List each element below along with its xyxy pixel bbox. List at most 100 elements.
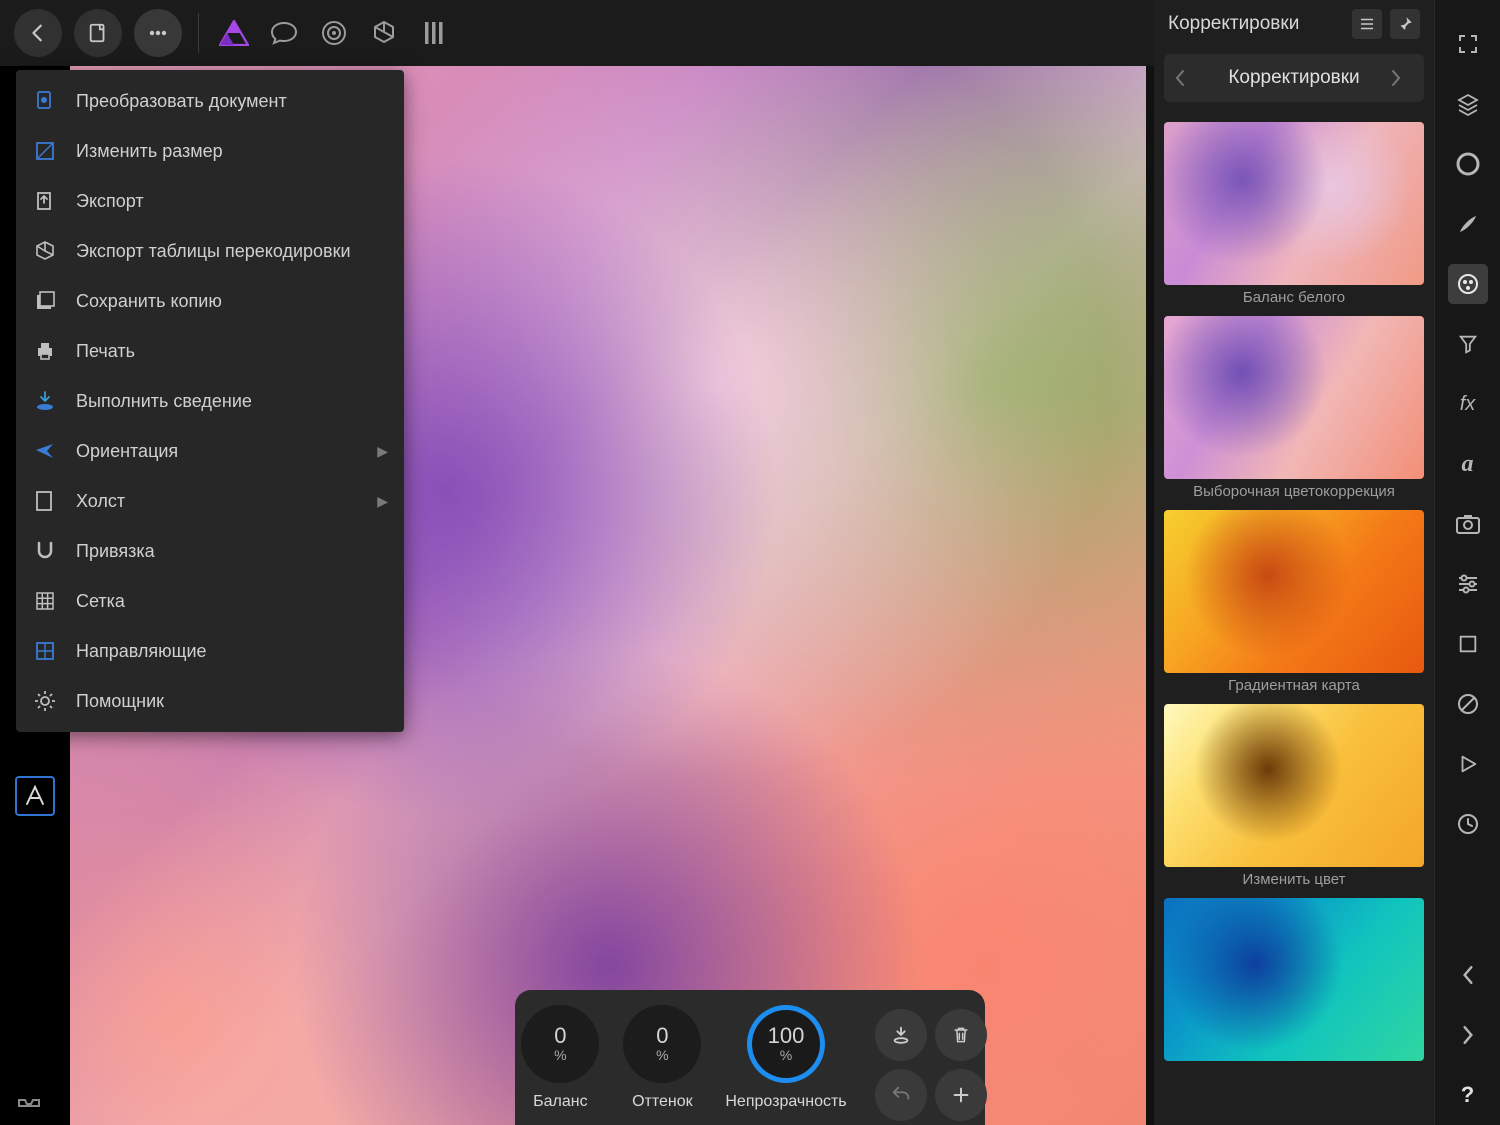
preset-thumbnail (1164, 898, 1424, 1061)
persona-liquify-button[interactable] (259, 8, 309, 58)
panel-header: Корректировки (1154, 0, 1434, 48)
studio-filters-button[interactable] (1448, 324, 1488, 364)
speech-bubble-icon (269, 21, 299, 45)
dial-label: Оттенок (632, 1093, 693, 1111)
frame-icon (1457, 633, 1479, 655)
dial-label: Непрозрачность (725, 1093, 846, 1111)
dial-opacity[interactable]: 100% Непрозрачность (725, 1005, 846, 1111)
chevron-right-icon: ▶ (377, 443, 388, 460)
menu-item-label: Выполнить сведение (76, 391, 252, 412)
menu-item-label: Ориентация (76, 441, 178, 462)
menu-guides[interactable]: Направляющие (16, 626, 404, 676)
persona-develop-button[interactable] (309, 8, 359, 58)
flatten-icon (32, 388, 58, 414)
canvas-icon (32, 488, 58, 514)
affinity-logo-icon (219, 20, 249, 46)
studio-prev-button[interactable] (1448, 955, 1488, 995)
dial-unit: % (554, 1047, 566, 1063)
preset-next[interactable] (1164, 898, 1424, 1061)
studio-text-button[interactable]: a (1448, 444, 1488, 484)
menu-export[interactable]: Экспорт (16, 176, 404, 226)
ellipsis-icon (146, 21, 170, 45)
nav-prev-button[interactable] (1174, 69, 1198, 87)
menu-print[interactable]: Печать (16, 326, 404, 376)
menu-item-label: Экспорт таблицы перекодировки (76, 241, 351, 262)
studio-adjustments-button[interactable] (1448, 264, 1488, 304)
menu-flatten[interactable]: Выполнить сведение (16, 376, 404, 426)
studio-sliders-button[interactable] (1448, 564, 1488, 604)
preset-label: Баланс белого (1164, 289, 1424, 306)
chevron-right-icon (1461, 1025, 1475, 1045)
gear-icon (32, 688, 58, 714)
studio-color-button[interactable] (1448, 144, 1488, 184)
preset-list[interactable]: Баланс белого Выборочная цветокоррекция … (1154, 118, 1434, 1125)
panel-pin-button[interactable] (1390, 9, 1420, 39)
tray-icon (16, 1087, 42, 1109)
cube-icon (32, 238, 58, 264)
dial-value: 100 (768, 1025, 805, 1047)
menu-grid[interactable]: Сетка (16, 576, 404, 626)
text-a-icon (23, 784, 47, 808)
preset-selective-color[interactable]: Выборочная цветокоррекция (1164, 316, 1424, 500)
nav-next-button[interactable] (1390, 69, 1414, 87)
adjustments-panel: Корректировки Корректировки Баланс белог… (1154, 0, 1434, 1125)
guides-icon (32, 638, 58, 664)
export-icon (32, 188, 58, 214)
studio-navigator-button[interactable] (1448, 684, 1488, 724)
studio-brushes-button[interactable] (1448, 204, 1488, 244)
chevron-left-icon (1174, 69, 1186, 87)
dock-action-buttons (871, 1005, 991, 1125)
adjustments-icon (1456, 272, 1480, 296)
fx-icon: fx (1460, 393, 1476, 416)
studio-fullscreen-button[interactable] (1448, 24, 1488, 64)
reset-button[interactable] (875, 1069, 927, 1121)
studio-macro-button[interactable] (1448, 744, 1488, 784)
merge-down-button[interactable] (875, 1009, 927, 1061)
preset-gradient-map[interactable]: Градиентная карта (1164, 510, 1424, 694)
funnel-icon (1457, 332, 1479, 356)
studio-fx-button[interactable]: fx (1448, 384, 1488, 424)
persona-photo-button[interactable] (209, 8, 259, 58)
toolbar-divider (198, 13, 199, 53)
adjustment-dock: 0% Баланс 0% Оттенок 100% Непрозрачность (515, 990, 985, 1125)
menu-save-copy[interactable]: Сохранить копию (16, 276, 404, 326)
studio-history-button[interactable] (1448, 804, 1488, 844)
delete-button[interactable] (935, 1009, 987, 1061)
back-button[interactable] (14, 9, 62, 57)
menu-resize[interactable]: Изменить размер (16, 126, 404, 176)
menu-orientation[interactable]: Ориентация ▶ (16, 426, 404, 476)
color-ring-icon (1455, 151, 1481, 177)
layers-icon (1456, 92, 1480, 116)
dial-balance[interactable]: 0% Баланс (521, 1005, 599, 1111)
menu-convert-document[interactable]: Преобразовать документ (16, 76, 404, 126)
studio-crop-button[interactable] (1448, 624, 1488, 664)
dial-tint[interactable]: 0% Оттенок (623, 1005, 701, 1111)
question-icon: ? (1461, 1082, 1474, 1108)
chevron-right-icon (1390, 69, 1402, 87)
menu-item-label: Изменить размер (76, 141, 223, 162)
studio-next-button[interactable] (1448, 1015, 1488, 1055)
add-preset-button[interactable] (935, 1069, 987, 1121)
document-icon (87, 22, 109, 44)
persona-tonemap-button[interactable] (359, 8, 409, 58)
panel-list-button[interactable] (1352, 9, 1382, 39)
menu-assistant[interactable]: Помощник (16, 676, 404, 726)
preset-white-balance[interactable]: Баланс белого (1164, 122, 1424, 306)
text-a-icon: a (1462, 451, 1474, 478)
preset-recolor[interactable]: Изменить цвет (1164, 704, 1424, 888)
preset-thumbnail (1164, 122, 1424, 285)
studio-layers-button[interactable] (1448, 84, 1488, 124)
slices-icon (423, 20, 445, 46)
more-button[interactable] (134, 9, 182, 57)
menu-canvas[interactable]: Холст ▶ (16, 476, 404, 526)
persona-export-button[interactable] (409, 8, 459, 58)
bottom-left-indicator[interactable] (16, 1087, 42, 1109)
menu-export-lut[interactable]: Экспорт таблицы перекодировки (16, 226, 404, 276)
menu-snapping[interactable]: Привязка (16, 526, 404, 576)
tool-artistic-text[interactable] (15, 776, 55, 816)
document-menu-button[interactable] (74, 9, 122, 57)
studio-stock-button[interactable] (1448, 504, 1488, 544)
dial-value: 0 (554, 1025, 566, 1047)
help-button[interactable]: ? (1448, 1075, 1488, 1115)
expand-icon (1456, 32, 1480, 56)
